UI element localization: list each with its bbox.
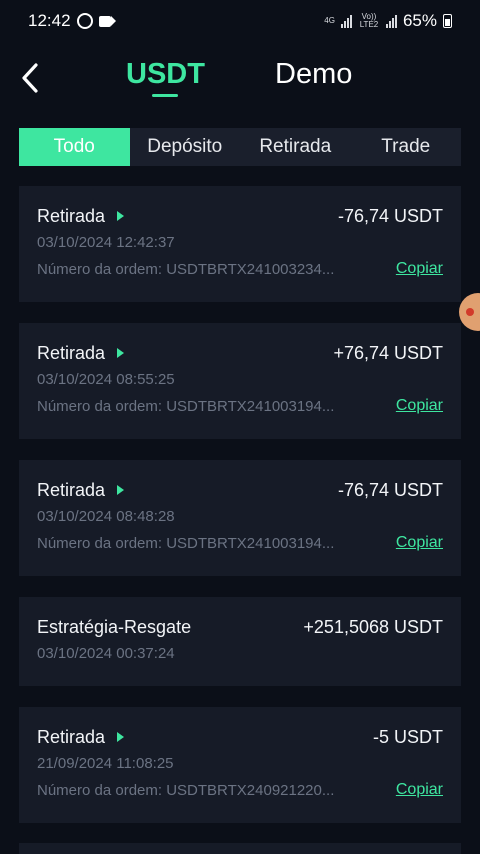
transaction-date: 03/10/2024 08:55:25: [37, 371, 175, 388]
battery-icon: [443, 14, 452, 28]
transaction-amount: -76,74 USDT: [337, 205, 443, 226]
video-camera-icon: [98, 15, 116, 27]
transaction-card[interactable]: Retirada -76,74 USDT 03/10/2024 12:42:37…: [19, 186, 461, 302]
play-arrow-icon[interactable]: [117, 732, 125, 742]
transaction-date: 03/10/2024 08:48:28: [37, 508, 175, 525]
copy-link[interactable]: Copiar: [396, 534, 443, 552]
signal-icon: [340, 14, 352, 28]
order-number: Número da ordem: USDTBRTX241003194...: [37, 397, 335, 415]
transaction-date: 03/10/2024 00:37:24: [37, 645, 175, 662]
filter-tab-deposito[interactable]: Depósito: [130, 128, 241, 166]
transaction-date: 03/10/2024 12:42:37: [37, 234, 175, 251]
transaction-card-partial[interactable]: [19, 843, 461, 854]
order-number: Número da ordem: USDTBRTX240921220...: [37, 781, 335, 799]
play-arrow-icon[interactable]: [117, 348, 125, 358]
header: USDT Demo: [0, 52, 480, 104]
status-time: 12:42: [28, 11, 71, 30]
transaction-amount: +76,74 USDT: [333, 342, 443, 363]
transaction-type: Retirada: [37, 479, 106, 500]
transaction-type: Estratégia-Resgate: [37, 616, 192, 637]
order-number: Número da ordem: USDTBRTX241003234...: [37, 260, 335, 278]
transaction-card[interactable]: Retirada +76,74 USDT 03/10/2024 08:55:25…: [19, 323, 461, 439]
copy-link[interactable]: Copiar: [396, 781, 443, 799]
assistant-dot-icon: [466, 308, 474, 316]
copy-link[interactable]: Copiar: [396, 260, 443, 278]
network-label-2: Vo)) LTE2: [359, 12, 379, 29]
play-arrow-icon[interactable]: [117, 211, 125, 221]
transaction-amount: -5 USDT: [372, 726, 443, 747]
transaction-card[interactable]: Retirada -5 USDT 21/09/2024 11:08:25 Núm…: [19, 707, 461, 823]
status-bar: 12:42 4G Vo)) LTE2 65%: [0, 0, 480, 42]
transaction-card[interactable]: Retirada -76,74 USDT 03/10/2024 08:48:28…: [19, 460, 461, 576]
signal-icon-2: [385, 14, 397, 28]
back-button[interactable]: [14, 60, 46, 96]
whatsapp-icon: [76, 13, 93, 29]
order-number: Número da ordem: USDTBRTX241003194...: [37, 534, 335, 552]
transaction-type: Retirada: [37, 726, 106, 747]
filter-tabs: Todo Depósito Retirada Trade: [19, 128, 461, 166]
play-arrow-icon[interactable]: [117, 485, 125, 495]
filter-tab-todo[interactable]: Todo: [19, 128, 130, 166]
chevron-left-icon: [22, 63, 38, 93]
active-tab-indicator: [152, 94, 178, 97]
copy-link[interactable]: Copiar: [396, 397, 443, 415]
network-label-1: 4G: [324, 16, 335, 25]
transaction-amount: +251,5068 USDT: [303, 616, 443, 637]
transaction-card[interactable]: Estratégia-Resgate +251,5068 USDT 03/10/…: [19, 597, 461, 686]
transaction-date: 21/09/2024 11:08:25: [37, 755, 174, 772]
tab-usdt[interactable]: USDT: [126, 58, 205, 91]
transaction-type: Retirada: [37, 205, 106, 226]
tab-demo[interactable]: Demo: [275, 58, 352, 91]
floating-assistant-button[interactable]: [459, 293, 480, 331]
transaction-amount: -76,74 USDT: [337, 479, 443, 500]
filter-tab-retirada[interactable]: Retirada: [240, 128, 351, 166]
filter-tab-trade[interactable]: Trade: [351, 128, 462, 166]
battery-percent: 65%: [402, 11, 437, 30]
transaction-type: Retirada: [37, 342, 106, 363]
